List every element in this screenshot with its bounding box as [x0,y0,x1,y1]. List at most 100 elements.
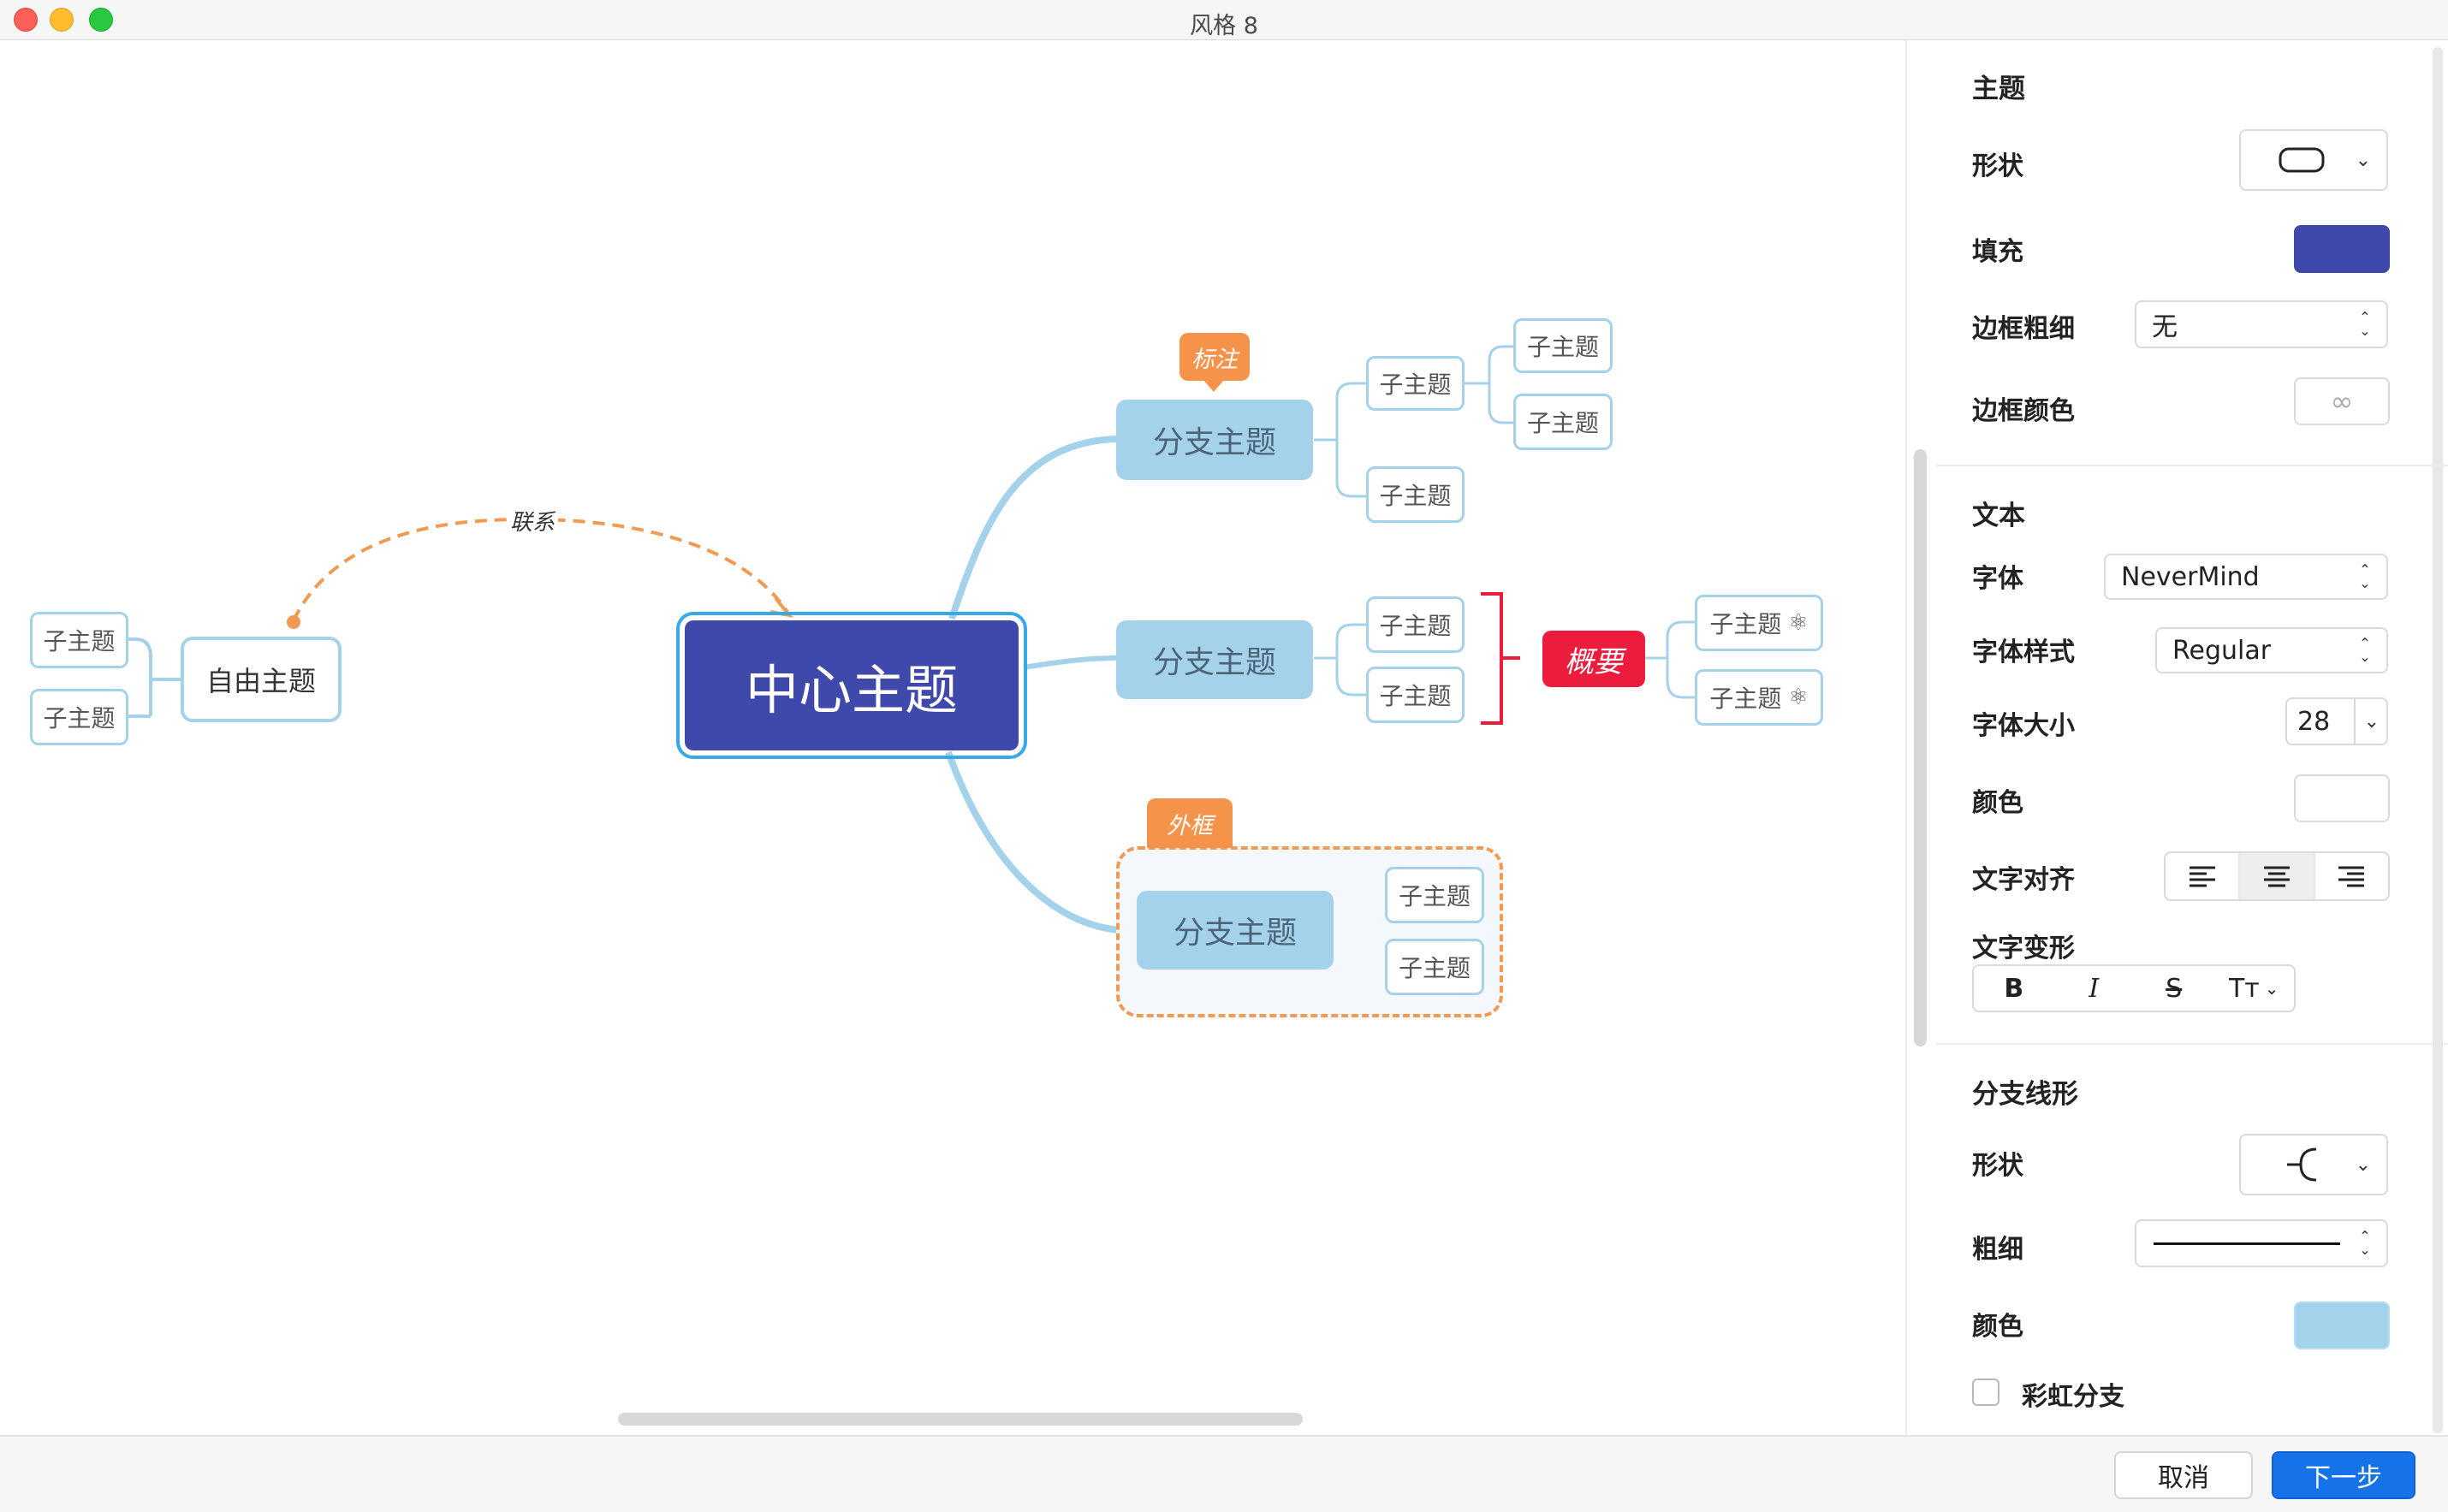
callout-label[interactable]: 标注 [1179,333,1250,381]
text-align-segmented[interactable] [2164,851,2390,901]
summary-subtopic[interactable]: 子主题 ⚛ [1695,595,1823,651]
bold-button[interactable]: B [1974,966,2054,1011]
font-size-value[interactable]: 28 [2287,707,2354,737]
branch-shape-dropdown[interactable]: ⌄ [2239,1134,2388,1195]
stepper-icon: ⌃ ⌄ [2359,635,2371,665]
branch-shape-label: 形状 [1972,1151,2023,1181]
align-right-icon [2338,866,2365,887]
boundary-label[interactable]: 外框 [1147,798,1233,848]
atom-icon: ⚛ [1788,610,1809,636]
text-case-icon: Tт [2228,973,2260,1004]
window-title: 风格 8 [1190,13,1258,39]
strikethrough-icon: S [2166,973,2183,1004]
branch-color-label: 颜色 [1972,1312,2023,1342]
summary-bracket [1481,592,1520,725]
next-step-button[interactable]: 下一步 [2272,1451,2415,1499]
panel-scrollbar[interactable] [2433,47,2443,1433]
title-bar: 风格 8 [0,0,2448,40]
text-transform-toolbar[interactable]: B I S Tт ⌄ [1972,964,2296,1012]
subtopic[interactable]: 子主题 [1366,596,1465,653]
branch-line-1 [948,436,1117,620]
topic-fill-swatch[interactable] [2294,225,2390,273]
cancel-button[interactable]: 取消 [2114,1451,2253,1499]
mindmap-canvas[interactable]: 联系 中心主题 标注 分支主题 子主题 子主题 子主题 子主题 分支主题 子主题… [0,40,1907,1405]
border-width-label: 边框粗细 [1972,314,2075,344]
font-family-select[interactable]: NeverMind ⌃ ⌄ [2104,554,2388,600]
font-size-combobox[interactable]: 28 ⌄ [2285,697,2388,745]
align-center-icon [2263,866,2290,887]
bold-icon: B [2004,973,2024,1004]
font-family-value: NeverMind [2121,561,2260,592]
central-topic[interactable]: 中心主题 [676,612,1027,759]
border-width-select[interactable]: 无 ⌃ ⌄ [2135,300,2388,348]
subtopic[interactable]: 子主题 [30,612,128,668]
branch-topic-2[interactable]: 分支主题 [1116,620,1313,699]
branch-color-swatch[interactable] [2294,1302,2390,1349]
curved-branch-shape-icon [2287,1147,2317,1182]
topic-shape-dropdown[interactable]: ⌄ [2239,129,2388,191]
branch-width-select[interactable]: ⌃ ⌄ [2135,1219,2388,1267]
section-divider [1936,1043,2448,1045]
text-align-label: 文字对齐 [1972,865,2075,895]
border-color-swatch[interactable]: ∞ [2294,377,2390,425]
footer-bar: 取消 下一步 [0,1435,2448,1512]
align-left-button[interactable] [2166,853,2241,899]
border-width-value: 无 [2152,312,2178,342]
subtopic[interactable]: 子主题 [1366,667,1465,723]
font-size-label: 字体大小 [1972,711,2075,741]
subtopic-label: 子主题 [1709,685,1782,713]
text-color-swatch[interactable] [2294,774,2390,822]
align-right-button[interactable] [2315,853,2388,899]
callout-tip [1203,380,1224,392]
subtopic[interactable]: 子主题 [1366,356,1465,411]
subtopic[interactable]: 子主题 [1513,394,1613,450]
chevron-down-icon: ⌄ [2264,978,2279,999]
subtopic[interactable]: 子主题 [30,689,128,745]
stepper-icon: ⌃ ⌄ [2359,561,2371,591]
subtopic[interactable]: 子主题 [1513,318,1613,373]
topic-shape-label: 形状 [1972,151,2023,181]
section-title-topic: 主题 [1972,74,2025,104]
relationship-label[interactable]: 联系 [507,505,559,537]
italic-icon: I [2089,973,2100,1004]
font-style-value: Regular [2172,635,2272,666]
rounded-rect-shape-icon [2279,147,2325,173]
font-style-select[interactable]: Regular ⌃ ⌄ [2155,627,2388,673]
vertical-scrollbar[interactable] [1914,449,1927,1047]
rainbow-branch-checkbox[interactable] [1972,1379,1999,1406]
horizontal-scrollbar[interactable] [618,1413,1303,1426]
branch-topic-3[interactable]: 分支主题 [1137,891,1334,969]
atom-icon: ⚛ [1788,685,1809,710]
rainbow-branch-label[interactable]: 彩虹分支 [2022,1375,2124,1413]
text-color-label: 颜色 [1972,788,2023,818]
topic-fill-label: 填充 [1972,237,2023,267]
text-case-dropdown[interactable]: Tт ⌄ [2214,966,2295,1011]
summary-topic[interactable]: 概要 [1542,631,1645,687]
italic-button[interactable]: I [2054,966,2135,1011]
branch-topic-1[interactable]: 分支主题 [1116,400,1313,480]
text-transform-label: 文字变形 [1972,934,2075,964]
line-width-preview [2154,1242,2340,1245]
panel-divider [1905,40,1907,1435]
align-left-icon [2189,866,2215,887]
strikethrough-button[interactable]: S [2134,966,2214,1011]
chevron-down-icon[interactable]: ⌄ [2364,711,2380,732]
font-label: 字体 [1972,564,2023,594]
subtopic[interactable]: 子主题 [1385,867,1484,923]
style-panel: 主题 形状 ⌄ 填充 边框粗细 无 ⌃ ⌄ 边框颜色 ∞ 文本 字体 NeverM… [1936,40,2448,1435]
subtopic[interactable]: 子主题 [1385,939,1484,995]
branch-width-label: 粗细 [1972,1235,2023,1265]
relationship-start-dot [287,615,300,629]
chevron-down-icon: ⌄ [2355,1153,2371,1176]
section-divider [1936,465,2448,466]
align-center-button[interactable] [2240,853,2315,899]
section-title-text: 文本 [1972,501,2025,531]
stepper-icon: ⌃ ⌄ [2359,309,2371,339]
link-icon: ∞ [2330,385,2354,418]
floating-topic[interactable]: 自由主题 [181,637,342,722]
summary-subtopic[interactable]: 子主题 ⚛ [1695,669,1823,726]
font-style-label: 字体样式 [1972,637,2075,667]
subtopic[interactable]: 子主题 [1366,466,1465,523]
chevron-down-icon: ⌄ [2355,149,2371,171]
stepper-icon: ⌃ ⌄ [2359,1228,2371,1258]
